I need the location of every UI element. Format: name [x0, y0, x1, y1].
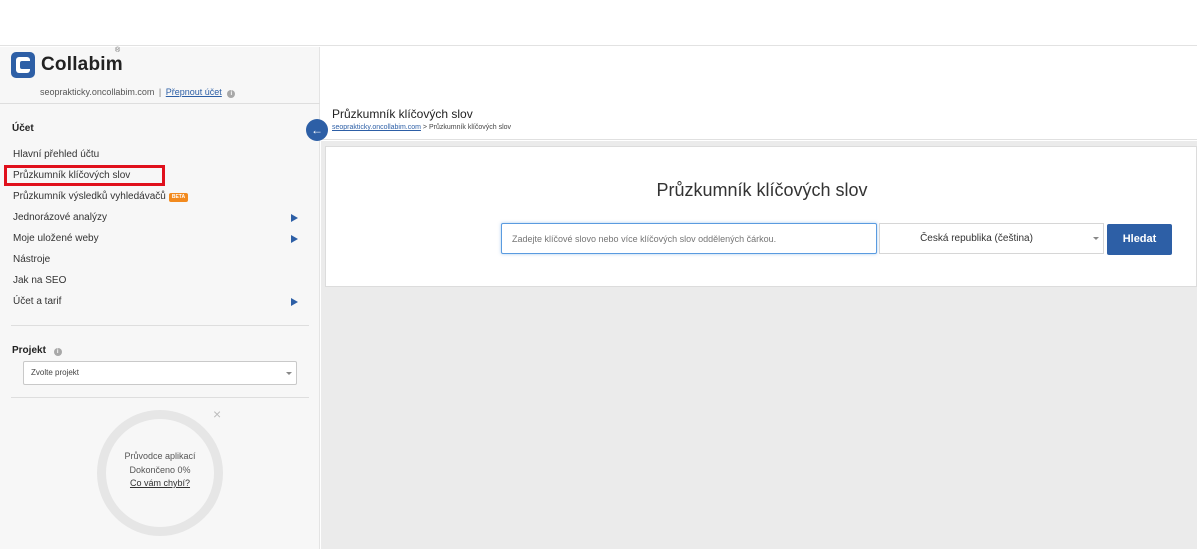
browser-top-bar: [0, 0, 1197, 46]
sidebar-item-label: Průzkumník výsledků vyhledávačů: [13, 191, 166, 202]
close-icon[interactable]: ×: [213, 407, 221, 421]
account-section-title: Účet: [12, 123, 34, 134]
keyword-search-input[interactable]: [501, 223, 877, 254]
guide-progress: Dokončeno 0%: [129, 465, 191, 475]
sidebar-item-how-to-seo[interactable]: Jak na SEO: [0, 270, 320, 291]
switch-account-link[interactable]: Přepnout účet: [166, 87, 222, 97]
sidebar: Collabim ® seoprakticky.oncollabim.com |…: [0, 47, 320, 549]
info-icon[interactable]: i: [227, 90, 236, 98]
app-guide-progress-ring: Průvodce aplikací Dokončeno 0% Co vám ch…: [97, 410, 223, 536]
country-select-value: Česká republika (čeština): [920, 233, 1033, 244]
breadcrumb: seoprakticky.oncollabim.com > Průzkumník…: [332, 124, 511, 131]
sidebar-item-label: Hlavní přehled účtu: [13, 149, 100, 160]
chevron-right-icon: [291, 298, 298, 306]
info-icon[interactable]: i: [53, 348, 62, 356]
sidebar-item-account-overview[interactable]: Hlavní přehled účtu: [0, 144, 320, 165]
project-select[interactable]: Zvolte projekt: [23, 361, 297, 385]
highlight-box: [4, 165, 165, 186]
arrow-left-icon: ←: [311, 123, 323, 137]
guide-title: Průvodce aplikací: [124, 451, 196, 461]
account-domain: seoprakticky.oncollabim.com: [40, 87, 155, 97]
sidebar-item-label: Jednorázové analýzy: [13, 212, 107, 223]
caret-down-icon: [1093, 237, 1099, 240]
main-content: Průzkumník klíčových slov Česká republik…: [321, 141, 1197, 549]
guide-missing-link[interactable]: Co vám chybí?: [106, 478, 214, 488]
country-language-select[interactable]: Česká republika (čeština): [879, 223, 1104, 254]
sidebar-item-account-plan[interactable]: Účet a tarif: [0, 291, 320, 312]
sidebar-item-saved-webs[interactable]: Moje uložené weby: [0, 228, 320, 249]
brand-name: Collabim: [41, 54, 123, 75]
project-select-value: Zvolte projekt: [31, 368, 80, 377]
sidebar-item-one-time-analyses[interactable]: Jednorázové analýzy: [0, 207, 320, 228]
search-button[interactable]: Hledat: [1107, 224, 1172, 255]
breadcrumb-current: Průzkumník klíčových slov: [428, 124, 512, 131]
project-title-label: Projekt: [12, 345, 46, 356]
chevron-right-icon: [291, 214, 298, 222]
sidebar-item-label: Účet a tarif: [13, 296, 62, 307]
sidebar-item-label: Jak na SEO: [13, 275, 67, 286]
sidebar-item-tools[interactable]: Nástroje: [0, 249, 320, 270]
sidebar-item-label: Moje uložené weby: [13, 233, 99, 244]
account-separator: |: [158, 87, 162, 97]
account-line: seoprakticky.oncollabim.com | Přepnout ú…: [40, 87, 236, 98]
collabim-logo-icon: [11, 52, 35, 78]
page-header: Průzkumník klíčových slov seoprakticky.o…: [321, 104, 1197, 140]
breadcrumb-separator: >: [420, 124, 429, 131]
page-title: Průzkumník klíčových slov: [332, 107, 473, 121]
chevron-right-icon: [291, 235, 298, 243]
caret-down-icon: [286, 372, 292, 375]
breadcrumb-link-home[interactable]: seoprakticky.oncollabim.com: [332, 124, 421, 131]
registered-mark: ®: [115, 47, 121, 54]
beta-badge: BETA: [168, 193, 189, 202]
collabim-logo[interactable]: Collabim: [11, 52, 123, 78]
sidebar-divider: [0, 103, 320, 104]
sidebar-item-label: Nástroje: [13, 254, 51, 265]
sidebar-nav: Hlavní přehled účtu Průzkumník klíčových…: [0, 144, 320, 312]
collapse-sidebar-button[interactable]: ←: [306, 119, 328, 141]
project-section-title: Projekt i: [12, 345, 62, 356]
search-card-title: Průzkumník klíčových slov: [656, 180, 868, 200]
sidebar-divider: [11, 325, 309, 326]
keyword-search-card: Průzkumník klíčových slov Česká republik…: [325, 146, 1197, 287]
sidebar-divider: [11, 397, 309, 398]
